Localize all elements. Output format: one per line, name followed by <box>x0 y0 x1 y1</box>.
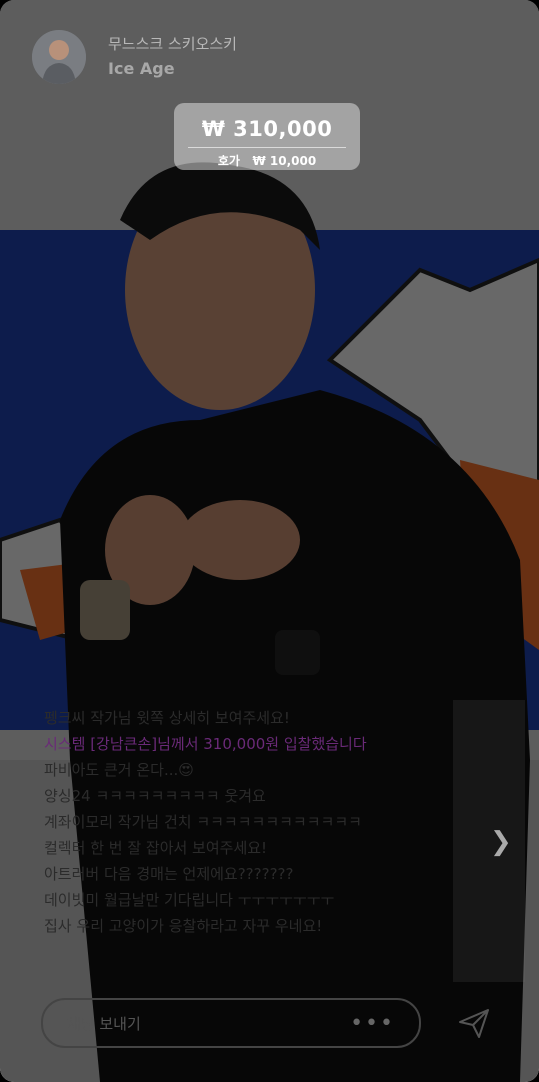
current-price: ₩ 310,000 <box>201 117 333 141</box>
bid-increment: 호가 ₩ 10,000 <box>174 152 360 169</box>
chat-message: 아트러버 다음 경매는 언제에요??????? <box>44 865 294 883</box>
more-icon[interactable]: ••• <box>350 1011 395 1036</box>
chat-input-placeholder[interactable]: 채팅 보내기 <box>67 1013 350 1034</box>
host-name: 무느스크 스키오스키 <box>108 35 237 53</box>
chat-message: 펭크씨 작가님 윗쪽 상세히 보여주세요! <box>44 709 290 727</box>
chat-message: 파비아도 큰거 온다...😍 <box>44 761 194 779</box>
host-subtitle: Ice Age <box>108 59 175 78</box>
chat-message: 집사 우리 고양이가 응찰하라고 자꾸 우네요! <box>44 917 323 935</box>
chat-message-system: 시스템 [강남큰손]님께서 310,000원 입찰했습니다 <box>44 735 367 753</box>
side-panel <box>453 700 525 982</box>
chat-message: 계좌이모리 작가님 건치 ㅋㅋㅋㅋㅋㅋㅋㅋㅋㅋㅋㅋ <box>44 813 362 831</box>
price-divider <box>188 147 346 148</box>
send-icon[interactable] <box>457 1006 491 1040</box>
live-auction-screen: 무느스크 스키오스키 Ice Age ₩ 310,000 호가 ₩ 10,000… <box>0 0 539 1082</box>
host-header[interactable]: 무느스크 스키오스키 Ice Age <box>32 30 237 84</box>
chat-input[interactable]: 채팅 보내기 ••• <box>41 998 421 1048</box>
increment-label: 호가 <box>217 154 240 168</box>
current-bid-box: ₩ 310,000 호가 ₩ 10,000 <box>174 103 360 170</box>
chat-message: 데이빗미 월급날만 기다립니다 ㅜㅜㅜㅜㅜㅜㅜ <box>44 891 335 909</box>
chat-message: 컬렉터 한 번 잘 잡아서 보여주세요! <box>44 839 268 857</box>
chat-list: 펭크씨 작가님 윗쪽 상세히 보여주세요! 시스템 [강남큰손]님께서 310,… <box>44 706 414 940</box>
host-info: 무느스크 스키오스키 Ice Age <box>108 34 237 80</box>
avatar[interactable] <box>32 30 86 84</box>
chevron-right-icon[interactable]: ❯ <box>490 827 512 857</box>
avatar-image <box>32 30 86 84</box>
chat-message: 양싱24 ㅋㅋㅋㅋㅋㅋㅋㅋㅋ 웃겨요 <box>44 787 266 805</box>
increment-value: ₩ 10,000 <box>252 154 317 168</box>
